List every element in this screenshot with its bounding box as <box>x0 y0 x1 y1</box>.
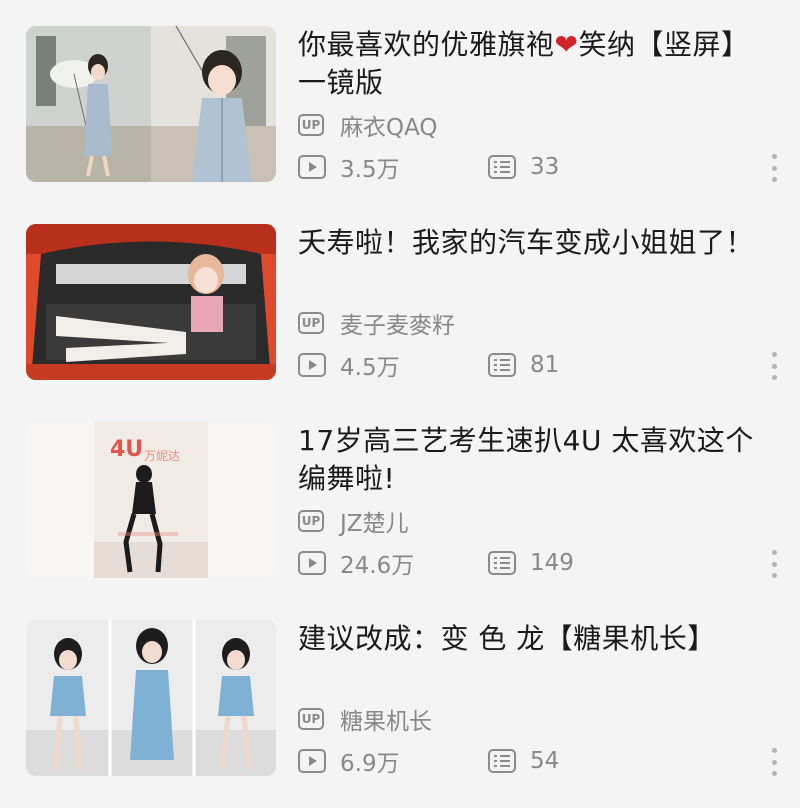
uploader-row[interactable]: UP 麻衣QAQ <box>298 110 438 141</box>
view-count: 3.5万 <box>298 150 488 184</box>
uploader-name: 麻衣QAQ <box>340 115 438 141</box>
thumbnail-image: 4U 万妮达 <box>26 422 276 578</box>
danmaku-count-value: 149 <box>530 550 574 576</box>
up-badge-icon: UP <box>298 312 324 334</box>
danmaku-count: 54 <box>488 748 559 774</box>
play-icon <box>298 353 326 377</box>
more-vertical-icon[interactable] <box>764 348 784 384</box>
thumbnail-caption-text: 万妮达 <box>144 449 180 463</box>
play-icon <box>298 749 326 773</box>
title-text-pre: 你最喜欢的优雅旗袍 <box>298 28 555 61</box>
danmaku-count-value: 54 <box>530 748 560 774</box>
thumbnail-image <box>26 224 276 380</box>
stats-row: 4.5万 81 <box>298 348 559 382</box>
danmaku-icon <box>488 155 516 179</box>
thumbnail-image <box>26 620 276 776</box>
danmaku-count-value: 33 <box>530 154 560 180</box>
uploader-name: 麦子麦麥籽 <box>340 313 455 339</box>
video-title[interactable]: 17岁高三艺考生速扒4U 太喜欢这个编舞啦! <box>298 422 758 498</box>
video-thumbnail[interactable]: 4U 万妮达 <box>26 422 276 578</box>
stats-row: 3.5万 33 <box>298 150 559 184</box>
view-count-value: 3.5万 <box>340 157 400 183</box>
uploader-row[interactable]: UP JZ楚儿 <box>298 506 409 537</box>
stats-row: 24.6万 149 <box>298 546 574 580</box>
play-icon <box>298 155 326 179</box>
video-item[interactable]: 建议改成：变 色 龙【糖果机长】 UP 糖果机长 6.9万 54 <box>0 620 800 780</box>
uploader-row[interactable]: UP 麦子麦麥籽 <box>298 308 455 339</box>
view-count-value: 6.9万 <box>340 751 400 777</box>
view-count: 24.6万 <box>298 546 488 580</box>
heart-emoji: ❤ <box>554 28 579 61</box>
danmaku-icon <box>488 551 516 575</box>
thumbnail-image <box>26 26 276 182</box>
video-title[interactable]: 夭寿啦！我家的汽车变成小姐姐了！ <box>298 224 758 262</box>
uploader-name: 糖果机长 <box>340 709 432 735</box>
more-vertical-icon[interactable] <box>764 546 784 582</box>
play-icon <box>298 551 326 575</box>
up-badge-icon: UP <box>298 708 324 730</box>
video-item[interactable]: 你最喜欢的优雅旗袍❤笑纳【竖屏】一镜版 UP 麻衣QAQ 3.5万 33 <box>0 26 800 186</box>
up-badge-icon: UP <box>298 510 324 532</box>
up-badge-icon: UP <box>298 114 324 136</box>
uploader-row[interactable]: UP 糖果机长 <box>298 704 432 735</box>
video-title[interactable]: 你最喜欢的优雅旗袍❤笑纳【竖屏】一镜版 <box>298 26 758 102</box>
video-thumbnail[interactable] <box>26 620 276 776</box>
danmaku-count: 33 <box>488 154 559 180</box>
view-count-value: 4.5万 <box>340 355 400 381</box>
view-count: 4.5万 <box>298 348 488 382</box>
video-thumbnail[interactable] <box>26 26 276 182</box>
danmaku-count: 149 <box>488 550 574 576</box>
danmaku-icon <box>488 353 516 377</box>
video-item[interactable]: 4U 万妮达 17岁高三艺考生速扒4U 太喜欢这个编舞啦! UP JZ楚儿 24… <box>0 422 800 582</box>
more-vertical-icon[interactable] <box>764 744 784 780</box>
video-title[interactable]: 建议改成：变 色 龙【糖果机长】 <box>298 620 758 658</box>
more-vertical-icon[interactable] <box>764 150 784 186</box>
thumbnail-4u-text: 4U <box>110 437 143 462</box>
uploader-name: JZ楚儿 <box>340 511 409 537</box>
video-list: 你最喜欢的优雅旗袍❤笑纳【竖屏】一镜版 UP 麻衣QAQ 3.5万 33 夭寿啦… <box>0 0 800 808</box>
danmaku-icon <box>488 749 516 773</box>
danmaku-count: 81 <box>488 352 559 378</box>
stats-row: 6.9万 54 <box>298 744 559 778</box>
view-count: 6.9万 <box>298 744 488 778</box>
video-item[interactable]: 夭寿啦！我家的汽车变成小姐姐了！ UP 麦子麦麥籽 4.5万 81 <box>0 224 800 384</box>
danmaku-count-value: 81 <box>530 352 560 378</box>
video-thumbnail[interactable] <box>26 224 276 380</box>
view-count-value: 24.6万 <box>340 553 415 579</box>
